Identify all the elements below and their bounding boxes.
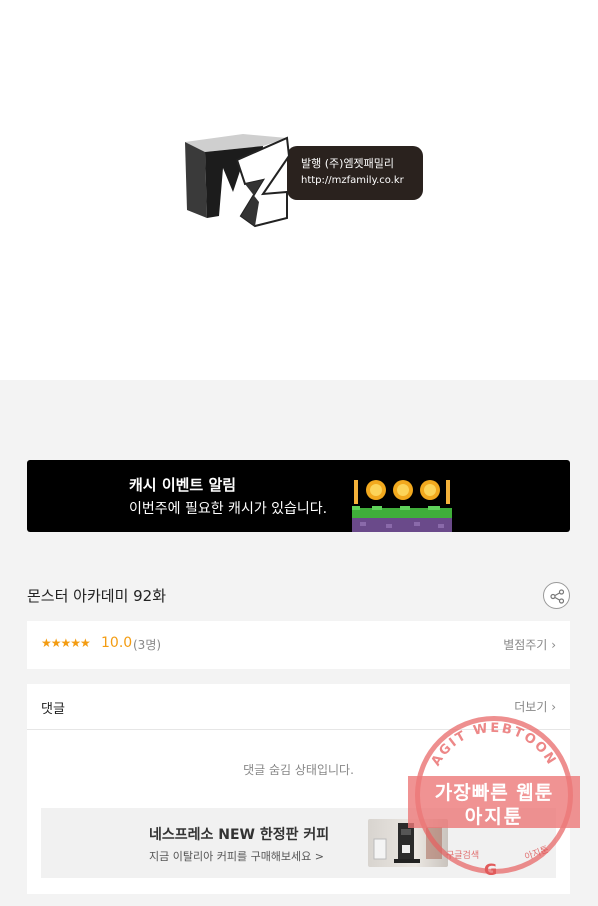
svg-text:AGIT WEBTOON: AGIT WEBTOON (429, 721, 560, 769)
publisher-name: 발행 (주)엠젯패밀리 (301, 157, 395, 170)
publisher-logo: 발행 (주)엠젯패밀리 http://mzfamily.co.kr (183, 132, 425, 228)
publisher-banner: 발행 (주)엠젯패밀리 http://mzfamily.co.kr (287, 146, 423, 200)
cash-event-title: 캐시 이벤트 알림 (129, 476, 237, 494)
rating-count: (3명) (133, 638, 162, 652)
top-white-area: 발행 (주)엠젯패밀리 http://mzfamily.co.kr (0, 0, 598, 380)
chevron-right-icon: › (551, 700, 556, 714)
cash-event-description: 이번주에 필요한 캐시가 있습니다. (129, 501, 328, 517)
comments-more-button[interactable]: 더보기 › (514, 698, 556, 715)
watermark-small-left: 구글검색 (446, 851, 480, 861)
ad-description: 지금 이탈리아 커피를 구매해보세요 > (149, 850, 325, 863)
site-watermark: AGIT WEBTOON 가장빠른 웹툰 아지툰 구글검색 아지툰 G (408, 716, 580, 886)
watermark-line1: 가장빠른 웹툰 (434, 782, 554, 804)
mz-logo-icon (185, 134, 291, 228)
episode-title: 몬스터 아카데미 92화 (27, 587, 167, 605)
rating-section: ★★★★★ 10.0 (3명) 별점주기 › (27, 621, 570, 669)
rating-stars: ★★★★★ (41, 636, 91, 650)
watermark-line2: 아지툰 (464, 806, 524, 828)
share-button[interactable] (543, 582, 570, 609)
google-icon: G (484, 860, 498, 879)
comments-title: 댓글 (41, 702, 65, 717)
more-button-label: 더보기 (514, 700, 548, 714)
rate-button-label: 별점주기 (503, 638, 548, 652)
share-icon (550, 589, 565, 604)
rate-button[interactable]: 별점주기 › (503, 636, 556, 653)
coin-pixel-art-icon (352, 480, 452, 532)
chevron-right-icon: › (551, 638, 556, 652)
publisher-url: http://mzfamily.co.kr (301, 175, 404, 186)
rating-value: 10.0 (101, 635, 133, 651)
cash-event-banner[interactable]: 캐시 이벤트 알림 이번주에 필요한 캐시가 있습니다. (27, 460, 570, 532)
ad-title: 네스프레소 NEW 한정판 커피 (149, 827, 330, 843)
